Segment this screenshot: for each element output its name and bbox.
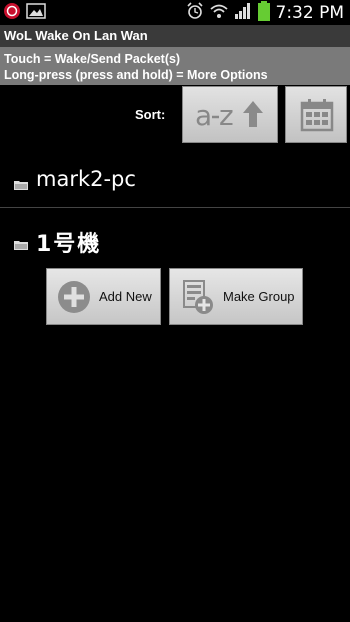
help-line-touch: Touch = Wake/Send Packet(s) [4, 52, 181, 66]
app-title-bar: WoL Wake On Lan Wan [0, 25, 350, 47]
sort-alphabetical-button[interactable]: a z [182, 86, 278, 143]
host-name: 1号機 [36, 232, 102, 257]
host-name: mark2-pc [36, 167, 136, 191]
sort-label: Sort: [135, 107, 166, 122]
folder-icon [14, 235, 28, 250]
app-title: WoL Wake On Lan Wan [4, 28, 148, 43]
svg-text:z: z [219, 99, 234, 132]
folder-icon [14, 175, 28, 190]
sort-by-date-button[interactable] [285, 86, 347, 143]
clock: 7:32 PM [275, 3, 345, 23]
image-notification-icon [26, 3, 46, 23]
help-line-long-press: Long-press (press and hold) = More Optio… [4, 68, 268, 82]
signal-icon [234, 2, 252, 24]
help-banner: Touch = Wake/Send Packet(s) Long-press (… [0, 47, 350, 85]
wifi-icon [209, 2, 228, 24]
alarm-icon [186, 2, 204, 24]
status-bar: 7:32 PM [0, 0, 350, 25]
row-divider [0, 207, 350, 208]
add-new-button[interactable]: Add New [46, 268, 161, 325]
svg-text:a: a [195, 99, 212, 132]
host-row-mark2-pc[interactable]: mark2-pc [0, 160, 350, 206]
calendar-icon [300, 98, 334, 136]
make-group-button[interactable]: Make Group [169, 268, 303, 325]
sort-az-icon: a z [195, 97, 267, 137]
add-icon [57, 280, 91, 318]
group-add-icon [182, 279, 214, 319]
battery-icon [257, 1, 270, 25]
make-group-label: Make Group [223, 289, 295, 304]
notification-app-icon [3, 2, 21, 24]
add-new-label: Add New [99, 289, 152, 304]
host-row-group[interactable]: 1号機 [0, 222, 350, 262]
